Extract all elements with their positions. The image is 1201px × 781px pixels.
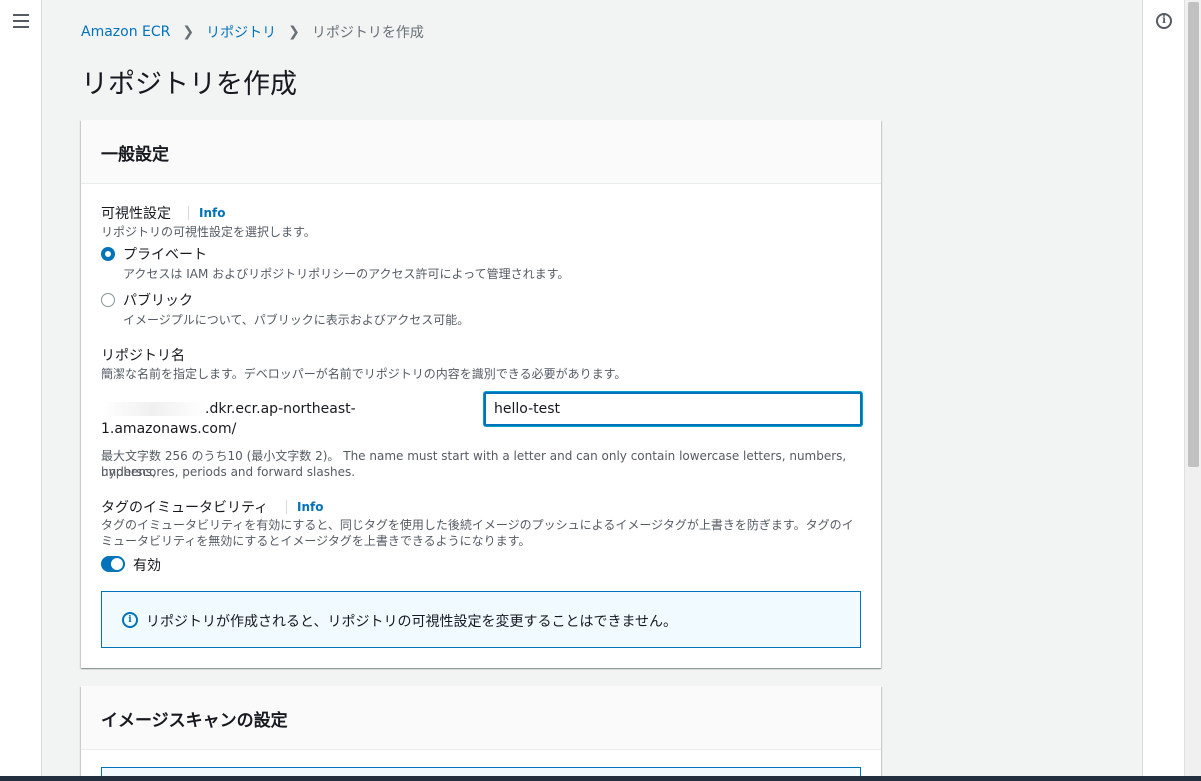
chevron-right-icon: ❯ [288,24,300,40]
chevron-right-icon: ❯ [182,24,195,40]
redacted-account-id [101,402,205,416]
general-settings-header: 一般設定 [81,120,881,184]
help-panel-rail: i [1142,0,1184,781]
breadcrumb-link-repositories[interactable]: リポジトリ [206,22,276,42]
image-scan-header: イメージスキャンの設定 [81,686,881,750]
visibility-label: 可視性設定 [101,206,171,222]
immutability-description-1: タグのイミュータビリティを有効にすると、同じタグを使用した後続イメージのプッシュ… [101,518,854,532]
info-circle-icon[interactable]: i [1156,13,1172,29]
breadcrumb-current: リポジトリを作成 [311,25,424,41]
image-scan-panel: イメージスキャンの設定 [81,686,881,781]
visibility-alert: i リポジトリが作成されると、リポジトリの可視性設定を変更することはできません。 [101,591,861,648]
repo-uri-prefix: .dkr.ecr.ap-northeast- 1.amazonaws.com/ [101,399,371,439]
radio-private-label[interactable]: プライベート [123,244,207,264]
scrollbar-thumb[interactable] [1188,2,1199,467]
info-circle-icon: i [122,612,138,628]
radio-public-description: イメージプルについて、パブリックに表示およびアクセス可能。 [123,313,470,327]
immutability-info-link[interactable]: Info [286,500,323,514]
page-title: リポジトリを作成 [81,69,297,100]
repo-name-input[interactable] [484,392,862,426]
hamburger-icon[interactable] [13,14,29,28]
immutability-description-2: ミュータビリティを無効にするとイメージタグを上書きできるようになります。 [101,534,531,548]
immutability-label: タグのイミュータビリティ [101,500,269,516]
bottom-bar [0,776,1201,781]
immutability-toggle[interactable] [101,556,125,572]
radio-private[interactable] [101,247,115,261]
immutability-toggle-label: 有効 [133,558,161,574]
general-settings-panel: 一般設定 可視性設定 Info リポジトリの可視性設定を選択します。 プライベー… [81,120,881,668]
visibility-description: リポジトリの可視性設定を選択します。 [101,225,316,239]
breadcrumb: Amazon ECR ❯ リポジトリ ❯ リポジトリを作成 [81,22,424,42]
toggle-knob [111,558,123,570]
repo-name-constraint-2: underscores, periods and forward slashes… [101,465,356,479]
repo-name-label: リポジトリ名 [101,348,185,364]
radio-public-label[interactable]: パブリック [123,290,193,310]
vertical-scrollbar[interactable] [1184,0,1201,781]
visibility-info-link[interactable]: Info [188,206,225,220]
uri-prefix-line2: 1.amazonaws.com/ [101,421,237,437]
radio-public[interactable] [101,293,115,307]
breadcrumb-link-ecr[interactable]: Amazon ECR [81,24,170,40]
navigation-rail [0,0,42,781]
repo-name-description: 簡潔な名前を指定します。デベロッパーが名前でリポジトリの内容を識別できる必要があ… [101,367,627,381]
uri-prefix-line1: .dkr.ecr.ap-northeast- [205,401,356,417]
radio-private-description: アクセスは IAM およびリポジトリポリシーのアクセス許可によって管理されます。 [123,267,570,281]
visibility-alert-text: リポジトリが作成されると、リポジトリの可視性設定を変更することはできません。 [146,614,678,630]
